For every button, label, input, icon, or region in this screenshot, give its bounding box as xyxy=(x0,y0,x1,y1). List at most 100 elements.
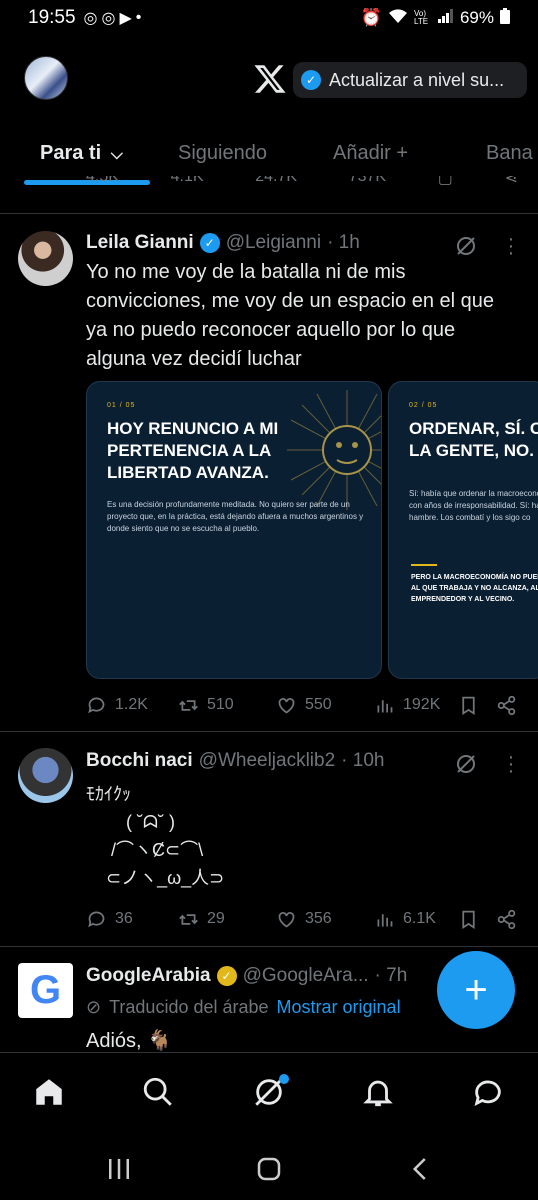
views-count: 192K xyxy=(403,696,441,713)
like-count: 550 xyxy=(305,696,332,713)
like-button[interactable]: 550 xyxy=(276,695,332,716)
bookmark-button[interactable] xyxy=(458,909,479,930)
alarm-icon: ⏰ xyxy=(360,8,382,27)
recent-apps-icon[interactable] xyxy=(104,1154,134,1184)
card-title: ORDENAR, SÍ. O LA GENTE, NO. xyxy=(409,419,538,460)
media-card[interactable]: 02 / 05 ORDENAR, SÍ. O LA GENTE, NO. Sí:… xyxy=(388,381,538,679)
previous-tweet-actions: 4.5K 4.1K 24.7K 737K ▢ ⋖ xyxy=(0,176,538,214)
author-handle[interactable]: @Wheeljacklib2 xyxy=(199,750,336,772)
author-avatar[interactable] xyxy=(18,231,73,286)
search-icon[interactable] xyxy=(141,1075,175,1109)
tab-para-ti[interactable]: Para ti ⌵ xyxy=(40,142,123,165)
share-icon[interactable]: ⋖ xyxy=(505,176,518,188)
views-icon xyxy=(377,913,393,926)
heart-icon xyxy=(278,697,295,714)
profile-avatar[interactable] xyxy=(24,56,68,100)
system-navigation-bar xyxy=(0,1136,538,1200)
bookmark-button[interactable] xyxy=(458,695,479,716)
show-original-link[interactable]: Mostrar original xyxy=(277,997,401,1018)
tweet[interactable]: Bocchi naci @Wheeljacklib2 · 10h · · · ﾓｶｲ… xyxy=(0,732,538,947)
translated-label: Traducido del árabe xyxy=(109,997,269,1017)
bookmark-icon xyxy=(462,696,475,715)
author-name[interactable]: GoogleArabia xyxy=(86,965,211,987)
repost-count[interactable]: 4.1K xyxy=(171,176,204,188)
share-icon xyxy=(497,909,516,929)
whatsapp-icon: ◎ xyxy=(101,10,116,27)
reply-icon xyxy=(88,697,105,713)
tweet-actions: 1.2K 510 550 192K xyxy=(86,691,518,719)
reply-button[interactable]: 1.2K xyxy=(86,695,148,716)
notifications-bell-icon[interactable] xyxy=(361,1075,395,1109)
plus-icon: + xyxy=(464,967,488,1012)
repost-button[interactable]: 29 xyxy=(178,909,225,930)
like-button[interactable]: 356 xyxy=(276,909,332,930)
like-count[interactable]: 24.7K xyxy=(255,176,297,188)
battery-percent: 69% xyxy=(459,8,494,27)
card-quote: PERO LA MACROECONOMÍA NO PUEDE AL QUE TR… xyxy=(411,574,538,603)
compose-post-button[interactable]: + xyxy=(437,951,515,1029)
tab-siguiendo[interactable]: Siguiendo xyxy=(178,142,267,165)
author-handle[interactable]: @Leigianni xyxy=(226,232,321,254)
repost-icon xyxy=(179,699,198,711)
author-name[interactable]: Bocchi naci xyxy=(86,750,193,772)
dot-icon: • xyxy=(135,9,142,26)
youtube-icon: ▶ xyxy=(119,10,132,27)
notification-dot xyxy=(279,1074,289,1084)
grok-icon[interactable] xyxy=(454,234,478,258)
share-button[interactable] xyxy=(496,695,517,716)
status-bar: 19:55 ◎ ◎ ▶ • ⏰ Vo) LTE 69% xyxy=(0,0,538,36)
bookmark-icon[interactable]: ▢ xyxy=(438,176,453,188)
upgrade-label: Actualizar a nivel su... xyxy=(329,69,505,90)
share-icon xyxy=(497,695,516,715)
card-page-number: 02 / 05 xyxy=(409,402,438,409)
more-options-icon[interactable]: · · · xyxy=(506,747,516,781)
grok-icon[interactable] xyxy=(454,752,478,776)
author-avatar[interactable] xyxy=(18,748,73,803)
repost-count: 510 xyxy=(207,696,234,713)
author-name[interactable]: Leila Gianni xyxy=(86,232,194,254)
verified-gold-badge-icon: ✓ xyxy=(216,966,237,986)
card-body: Sí: había que ordenar la macroeconom con… xyxy=(409,489,538,522)
bookmark-icon xyxy=(462,910,475,929)
status-app-icons: ◎ ◎ ▶ • xyxy=(84,8,142,28)
reply-icon xyxy=(88,911,105,927)
back-icon[interactable] xyxy=(406,1154,436,1184)
home-button-icon[interactable] xyxy=(254,1154,284,1184)
media-card[interactable]: 01 / 05 HOY RENUNCIO A MI PERTENENCIA A … xyxy=(86,381,382,679)
home-icon[interactable] xyxy=(32,1075,66,1109)
repost-count: 29 xyxy=(207,910,225,927)
translation-row: ⊘ Traducido del árabe Mostrar original xyxy=(86,997,401,1018)
views-count[interactable]: 737K xyxy=(349,176,386,188)
views-button[interactable]: 192K xyxy=(374,695,440,716)
tweet-media-carousel[interactable]: 01 / 05 HOY RENUNCIO A MI PERTENENCIA A … xyxy=(86,381,538,679)
more-options-icon[interactable]: · · · xyxy=(506,229,516,263)
messages-icon[interactable] xyxy=(471,1075,505,1109)
network-label: Vo) LTE xyxy=(413,9,429,26)
tweet-time: · 7h xyxy=(374,965,408,986)
reply-count: 1.2K xyxy=(115,696,148,713)
signal-icon xyxy=(437,8,454,28)
status-right: ⏰ Vo) LTE 69% xyxy=(360,7,510,29)
tab-anadir[interactable]: Añadir + xyxy=(333,142,408,165)
tab-banda[interactable]: Bana xyxy=(486,142,533,165)
author-handle[interactable]: @GoogleAra... xyxy=(243,965,369,987)
bottom-navigation xyxy=(0,1052,538,1136)
tweet-text: ﾓｶｲｸｯ ( ˘ᗣ˘ ) /⌒ヽȻ⊂⌒\ ⊂ノヽ_ω_人⊃ xyxy=(86,784,225,888)
tab-label: Para ti xyxy=(40,142,102,164)
google-logo-avatar[interactable]: G xyxy=(18,963,73,1018)
reply-count[interactable]: 4.5K xyxy=(86,176,119,188)
views-icon xyxy=(377,699,393,712)
share-button[interactable] xyxy=(496,909,517,930)
sun-of-may-icon xyxy=(287,390,381,510)
reply-button[interactable]: 36 xyxy=(86,909,133,930)
card-page-number: 01 / 05 xyxy=(107,402,136,409)
tweet-time: · 1h xyxy=(327,232,360,253)
tweet-text: Yo no me voy de la batalla ni de mis con… xyxy=(86,261,495,370)
repost-icon xyxy=(179,913,198,925)
repost-button[interactable]: 510 xyxy=(178,695,234,716)
status-time: 19:55 xyxy=(28,7,76,28)
tweet-time: · 10h xyxy=(341,750,385,771)
verified-badge-icon: ✓ xyxy=(199,233,220,253)
upgrade-button[interactable]: ✓ Actualizar a nivel su... xyxy=(293,62,527,98)
views-button[interactable]: 6.1K xyxy=(374,909,436,930)
